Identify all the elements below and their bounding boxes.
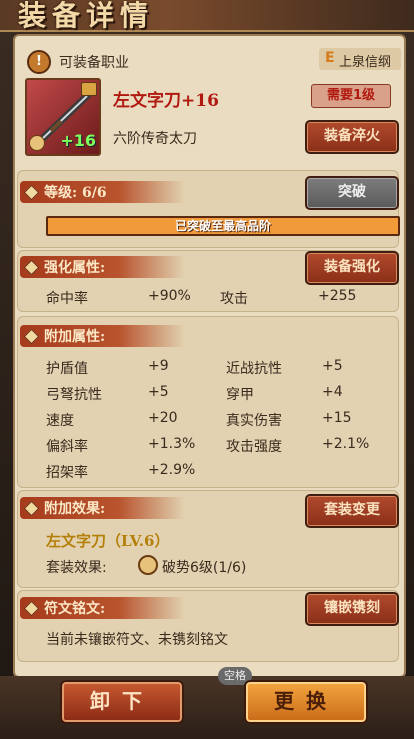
level-diamond-icon (23, 184, 40, 201)
rune-tag: 符文铭文: (20, 597, 185, 619)
stat-name: 近战抗性 (226, 361, 282, 377)
warning-icon: ! (27, 50, 51, 74)
title-bar: 装备详情 (0, 0, 414, 32)
enhance-diamond-icon (23, 259, 40, 276)
stat-name: 招架率 (46, 465, 88, 481)
item-name: 左文字刀+16 (113, 91, 219, 111)
set-effect-label: 套装效果: (46, 560, 107, 576)
stat-value: +15 (322, 410, 352, 426)
enhance-button[interactable]: 装备强化 (305, 251, 399, 285)
set-diamond-icon (23, 500, 40, 517)
page-title: 装备详情 (18, 0, 155, 32)
rune-label: 符文铭文: (44, 601, 106, 617)
level-tag: 等级: 6/6 (20, 181, 185, 203)
set-effect-value: 破势6级(1/6) (162, 560, 247, 576)
requirement-badge: 需要1级 (311, 84, 391, 108)
profession-label: 可装备职业 (59, 55, 129, 71)
stat-name: 速度 (46, 413, 74, 429)
stat-name: 弓弩抗性 (46, 387, 102, 403)
stat-value: +20 (148, 410, 178, 426)
set-label: 附加效果: (44, 501, 106, 517)
unequip-button[interactable]: 卸下 (60, 680, 184, 724)
rune-diamond-icon (23, 600, 40, 617)
lock-icon (81, 82, 97, 96)
set-tag: 附加效果: (20, 497, 185, 519)
set-change-button[interactable]: 套装变更 (305, 494, 399, 528)
stat-value: +4 (322, 384, 343, 400)
extra-tag: 附加属性: (20, 325, 185, 347)
enhance-tag: 强化属性: (20, 256, 185, 278)
stat-value: +5 (322, 358, 343, 374)
stat-name: 真实伤害 (226, 413, 282, 429)
profession-name: 上泉信纲 (339, 55, 392, 70)
stat-value: +1.3% (148, 436, 196, 452)
stat-value: +9 (148, 358, 169, 374)
rarity-icon (29, 135, 45, 151)
extra-diamond-icon (23, 328, 40, 345)
item-level-badge: +16 (60, 131, 96, 150)
level-label: 等级: 6/6 (44, 185, 107, 201)
stat-name: 命中率 (46, 291, 88, 307)
replace-button[interactable]: 更换 (244, 680, 368, 724)
stat-value: +255 (318, 288, 357, 304)
stat-value: +5 (148, 384, 169, 400)
progress-bar: 已突破至最高品阶 (46, 216, 400, 236)
set-effect-icon (138, 555, 158, 575)
stat-name: 攻击 (220, 291, 248, 307)
inlay-button[interactable]: 镶嵌镌刻 (305, 592, 399, 626)
stat-name: 护盾值 (46, 361, 88, 377)
stat-name: 攻击强度 (226, 439, 282, 455)
rune-desc: 当前未镶嵌符文、未镌刻铭文 (46, 632, 228, 648)
set-name: 左文字刀（LV.6） (46, 532, 170, 550)
profession-letter: E (325, 50, 335, 66)
item-icon[interactable]: +16 (25, 78, 101, 156)
breakthrough-button[interactable]: 突破 (305, 176, 399, 210)
stat-value: +2.1% (322, 436, 370, 452)
stat-value: +90% (148, 288, 191, 304)
item-desc: 六阶传奇太刀 (113, 131, 197, 147)
profession-badge: E 上泉信纲 (319, 48, 401, 70)
enhance-label: 强化属性: (44, 260, 106, 276)
progress-text: 已突破至最高品阶 (174, 219, 271, 233)
extra-label: 附加属性: (44, 329, 106, 345)
temper-button[interactable]: 装备淬火 (305, 120, 399, 154)
stat-name: 偏斜率 (46, 439, 88, 455)
stat-value: +2.9% (148, 462, 196, 478)
stat-name: 穿甲 (226, 387, 254, 403)
